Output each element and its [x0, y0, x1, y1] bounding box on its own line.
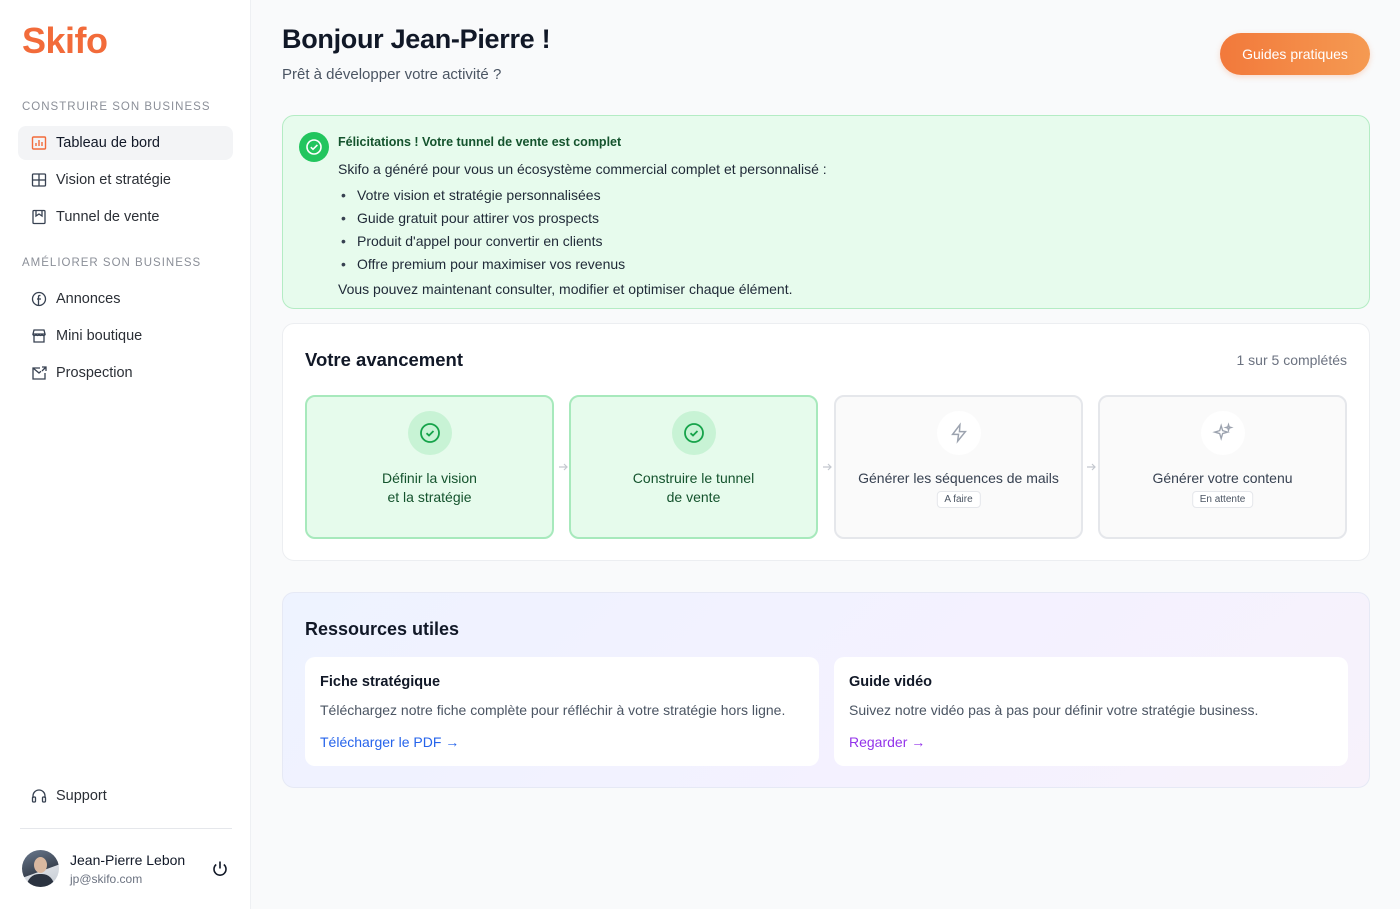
resource-title: Fiche stratégique	[320, 674, 441, 690]
sidebar-item-label: Annonces	[56, 291, 121, 307]
status-badge: En attente	[1191, 491, 1254, 508]
sidebar: Skifo CONSTRUIRE SON BUSINESS Tableau de…	[0, 0, 251, 909]
resource-title: Guide vidéo	[849, 674, 932, 690]
list-item: Offre premium pour maximiser vos revenus	[338, 255, 625, 278]
sidebar-item-label: Tunnel de vente	[56, 209, 160, 225]
sidebar-item-label: Prospection	[56, 365, 133, 381]
resource-card-video: Guide vidéo Suivez notre vidéo pas à pas…	[834, 657, 1348, 766]
resources-section: Ressources utiles Fiche stratégique Télé…	[282, 592, 1370, 788]
sidebar-item-dashboard[interactable]: Tableau de bord	[18, 126, 233, 160]
section-title-build: CONSTRUIRE SON BUSINESS	[22, 101, 211, 113]
bookmark-icon	[31, 209, 47, 225]
sidebar-item-label: Vision et stratégie	[56, 172, 171, 188]
page-subtitle: Prêt à développer votre activité ?	[282, 66, 502, 83]
page-title: Bonjour Jean-Pierre !	[282, 24, 551, 54]
power-icon[interactable]	[210, 859, 230, 879]
step-tunnel[interactable]: Construire le tunnel de vente	[569, 395, 818, 539]
user-profile[interactable]: Jean-Pierre Lebon jp@skifo.com	[22, 850, 234, 890]
resource-description: Téléchargez notre fiche complète pour ré…	[320, 702, 786, 718]
user-email: jp@skifo.com	[70, 872, 143, 886]
facebook-icon	[31, 291, 47, 307]
arrow-right-icon	[1087, 463, 1096, 471]
progress-title: Votre avancement	[305, 349, 463, 370]
success-banner: Félicitations ! Votre tunnel de vente es…	[282, 115, 1370, 309]
list-item: Produit d'appel pour convertir en client…	[338, 232, 625, 255]
success-title: Félicitations ! Votre tunnel de vente es…	[338, 135, 622, 149]
resources-title: Ressources utiles	[305, 619, 460, 639]
check-circle-icon	[408, 411, 452, 455]
check-circle-icon	[299, 132, 329, 162]
bar-chart-icon	[31, 135, 47, 151]
check-circle-icon	[672, 411, 716, 455]
store-icon	[31, 328, 47, 344]
avatar	[22, 850, 59, 887]
list-item: Votre vision et stratégie personnalisées	[338, 186, 625, 209]
step-content[interactable]: Générer votre contenu En attente	[1098, 395, 1347, 539]
progress-card: Votre avancement 1 sur 5 complétés Défin…	[282, 323, 1370, 561]
resource-card-fiche: Fiche stratégique Téléchargez notre fich…	[305, 657, 819, 766]
step-label: Définir la vision et la stratégie	[382, 470, 477, 505]
headphones-icon	[31, 788, 47, 804]
mail-send-icon	[31, 365, 47, 381]
step-label: Construire le tunnel de vente	[632, 470, 755, 505]
lightning-icon	[937, 411, 981, 455]
user-name: Jean-Pierre Lebon	[70, 852, 186, 868]
sidebar-item-label: Tableau de bord	[56, 135, 160, 151]
sidebar-item-prospection[interactable]: Prospection	[18, 356, 233, 390]
sidebar-item-label: Mini boutique	[56, 328, 143, 344]
logo[interactable]: Skifo	[22, 20, 108, 62]
grid-icon	[31, 172, 47, 188]
sidebar-item-annonces[interactable]: Annonces	[18, 282, 233, 316]
success-list: Votre vision et stratégie personnalisées…	[338, 186, 625, 278]
support-label: Support	[56, 788, 107, 804]
sidebar-item-tunnel[interactable]: Tunnel de vente	[18, 200, 233, 234]
arrow-right-icon	[559, 463, 568, 471]
status-badge: A faire	[936, 491, 981, 508]
progress-count: 1 sur 5 complétés	[1236, 352, 1348, 368]
sidebar-item-support[interactable]: Support	[18, 779, 233, 813]
sidebar-divider	[20, 828, 232, 829]
step-vision[interactable]: Définir la vision et la stratégie	[305, 395, 554, 539]
sidebar-item-vision[interactable]: Vision et stratégie	[18, 163, 233, 197]
step-label: Générer votre contenu	[1152, 470, 1293, 486]
step-mails[interactable]: Générer les séquences de mails A faire	[834, 395, 1083, 539]
sparkles-icon	[1201, 411, 1245, 455]
resource-description: Suivez notre vidéo pas à pas pour défini…	[849, 702, 1259, 718]
step-label: Générer les séquences de mails	[858, 470, 1059, 486]
arrow-right-icon	[823, 463, 832, 471]
watch-video-link[interactable]: Regarder →	[849, 734, 925, 750]
section-title-improve: AMÉLIORER SON BUSINESS	[22, 257, 202, 269]
list-item: Guide gratuit pour attirer vos prospects	[338, 209, 625, 232]
success-intro: Skifo a généré pour vous un écosystème c…	[338, 161, 827, 177]
guides-button[interactable]: Guides pratiques	[1220, 33, 1370, 75]
download-pdf-link[interactable]: Télécharger le PDF →	[320, 734, 459, 750]
sidebar-item-boutique[interactable]: Mini boutique	[18, 319, 233, 353]
success-outro: Vous pouvez maintenant consulter, modifi…	[338, 281, 793, 297]
